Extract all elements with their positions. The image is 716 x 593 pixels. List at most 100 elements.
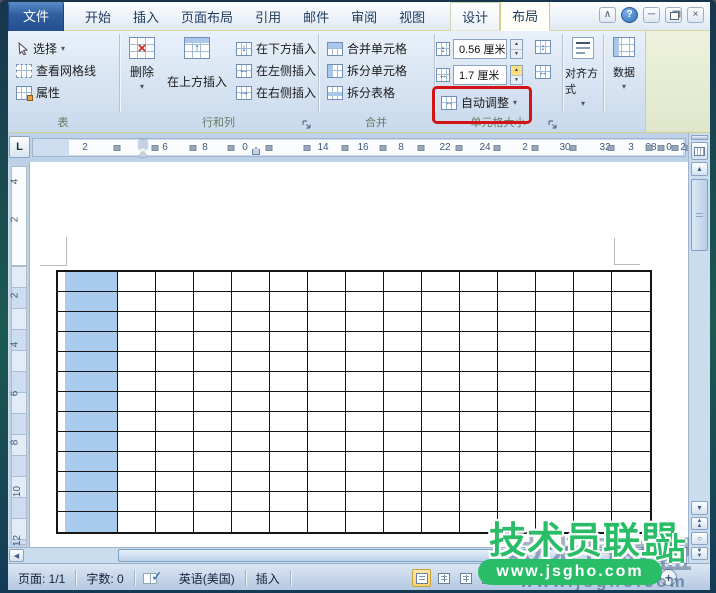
table-cell[interactable] — [460, 492, 498, 512]
table-column-marker[interactable] — [190, 145, 197, 151]
insert-mode-indicator[interactable]: 插入 — [246, 570, 290, 587]
table-cell[interactable] — [308, 432, 346, 452]
table-cell[interactable] — [498, 352, 536, 372]
tab-home[interactable]: 开始 — [74, 3, 122, 31]
table-cell[interactable] — [118, 272, 156, 292]
table-cell[interactable] — [308, 412, 346, 432]
table-cell[interactable] — [498, 372, 536, 392]
table-cell[interactable] — [346, 492, 384, 512]
table-column-marker[interactable] — [532, 145, 539, 151]
table-cell[interactable] — [118, 512, 156, 532]
table-column-marker[interactable] — [672, 145, 679, 151]
table-cell[interactable] — [574, 372, 612, 392]
table-cell[interactable] — [498, 292, 536, 312]
table-cell[interactable] — [536, 332, 574, 352]
table-cell[interactable] — [384, 472, 422, 492]
vertical-scroll-thumb[interactable] — [691, 179, 708, 251]
table-cell[interactable] — [422, 432, 460, 452]
table-cell-selected[interactable] — [58, 412, 118, 432]
table-cell[interactable] — [612, 332, 650, 352]
table-cell[interactable] — [574, 452, 612, 472]
table-cell[interactable] — [346, 292, 384, 312]
fullscreen-reading-view-button[interactable] — [434, 569, 453, 587]
table-cell[interactable] — [498, 472, 536, 492]
table-cell[interactable] — [346, 332, 384, 352]
table-cell[interactable] — [232, 512, 270, 532]
table-cell[interactable] — [574, 272, 612, 292]
tab-design[interactable]: 设计 — [450, 2, 500, 31]
table-cell[interactable] — [536, 392, 574, 412]
split-cells-button[interactable]: 拆分单元格 — [323, 60, 411, 81]
table-cell[interactable] — [460, 452, 498, 472]
scroll-down-button[interactable]: ▼ — [691, 501, 708, 515]
table-cell[interactable] — [270, 312, 308, 332]
table-cell[interactable] — [384, 332, 422, 352]
table-cell[interactable] — [270, 432, 308, 452]
table-cell[interactable] — [270, 512, 308, 532]
vertical-ruler[interactable]: 4224681012 — [9, 162, 30, 547]
table-cell[interactable] — [384, 452, 422, 472]
table-cell[interactable] — [156, 452, 194, 472]
table-cell[interactable] — [232, 472, 270, 492]
table-cell[interactable] — [156, 372, 194, 392]
table-column-marker[interactable] — [152, 145, 159, 151]
rows-columns-dialog-launcher[interactable] — [301, 117, 313, 129]
tab-file[interactable]: 文件 — [8, 2, 64, 31]
table-cell[interactable] — [612, 452, 650, 472]
table-cell[interactable] — [612, 412, 650, 432]
distribute-rows-button[interactable]: ↕ — [531, 38, 555, 56]
table-cell[interactable] — [422, 492, 460, 512]
table-cell[interactable] — [612, 512, 650, 532]
table-cell[interactable] — [308, 452, 346, 472]
view-gridlines-button[interactable]: 查看网格线 — [12, 60, 100, 81]
table-column-marker[interactable] — [380, 145, 387, 151]
scroll-left-button[interactable]: ◀ — [9, 549, 24, 562]
scroll-up-button[interactable]: ▲ — [691, 162, 708, 176]
table-cell[interactable] — [574, 392, 612, 412]
table-cell-selected[interactable] — [58, 332, 118, 352]
table-cell[interactable] — [346, 312, 384, 332]
table-cell[interactable] — [460, 332, 498, 352]
table-cell-selected[interactable] — [58, 292, 118, 312]
tab-references[interactable]: 引用 — [244, 3, 292, 31]
table-cell-selected[interactable] — [58, 492, 118, 512]
collapse-ribbon-button[interactable]: ∧ — [599, 7, 616, 23]
table-cell[interactable] — [498, 492, 536, 512]
table-cell[interactable] — [574, 352, 612, 372]
table-cell[interactable] — [156, 472, 194, 492]
table-cell[interactable] — [574, 472, 612, 492]
table-cell[interactable] — [574, 312, 612, 332]
table-cell[interactable] — [118, 312, 156, 332]
table-cell[interactable] — [574, 332, 612, 352]
table-cell[interactable] — [232, 352, 270, 372]
split-window-handle[interactable] — [691, 135, 708, 140]
outline-view-button[interactable] — [478, 569, 497, 587]
table-column-marker[interactable] — [646, 145, 653, 151]
select-button[interactable]: 选择 ▾ — [14, 38, 69, 59]
table-cell[interactable] — [270, 452, 308, 472]
table-cell[interactable] — [270, 492, 308, 512]
table-cell[interactable] — [194, 372, 232, 392]
table-cell-selected[interactable] — [58, 352, 118, 372]
table-cell[interactable] — [536, 432, 574, 452]
table-cell[interactable] — [574, 292, 612, 312]
table-cell[interactable] — [194, 312, 232, 332]
table-cell[interactable] — [536, 472, 574, 492]
table-cell[interactable] — [118, 452, 156, 472]
row-height-spinner[interactable]: ▲▼ — [510, 39, 523, 59]
page-indicator[interactable]: 页面: 1/1 — [8, 570, 75, 587]
table-cell[interactable] — [308, 352, 346, 372]
alignment-button[interactable]: 对齐方式 ▾ — [565, 37, 601, 108]
table-cell[interactable] — [498, 512, 536, 532]
table-cell[interactable] — [346, 272, 384, 292]
table-cell[interactable] — [460, 432, 498, 452]
table-cell[interactable] — [270, 372, 308, 392]
table-cell[interactable] — [194, 492, 232, 512]
table-cell[interactable] — [384, 272, 422, 292]
tab-review[interactable]: 审阅 — [340, 3, 388, 31]
ruler-toggle-button[interactable] — [691, 142, 708, 160]
properties-button[interactable]: 属性 — [12, 82, 64, 103]
table-cell[interactable] — [536, 372, 574, 392]
table-cell[interactable] — [118, 292, 156, 312]
table-cell[interactable] — [422, 452, 460, 472]
